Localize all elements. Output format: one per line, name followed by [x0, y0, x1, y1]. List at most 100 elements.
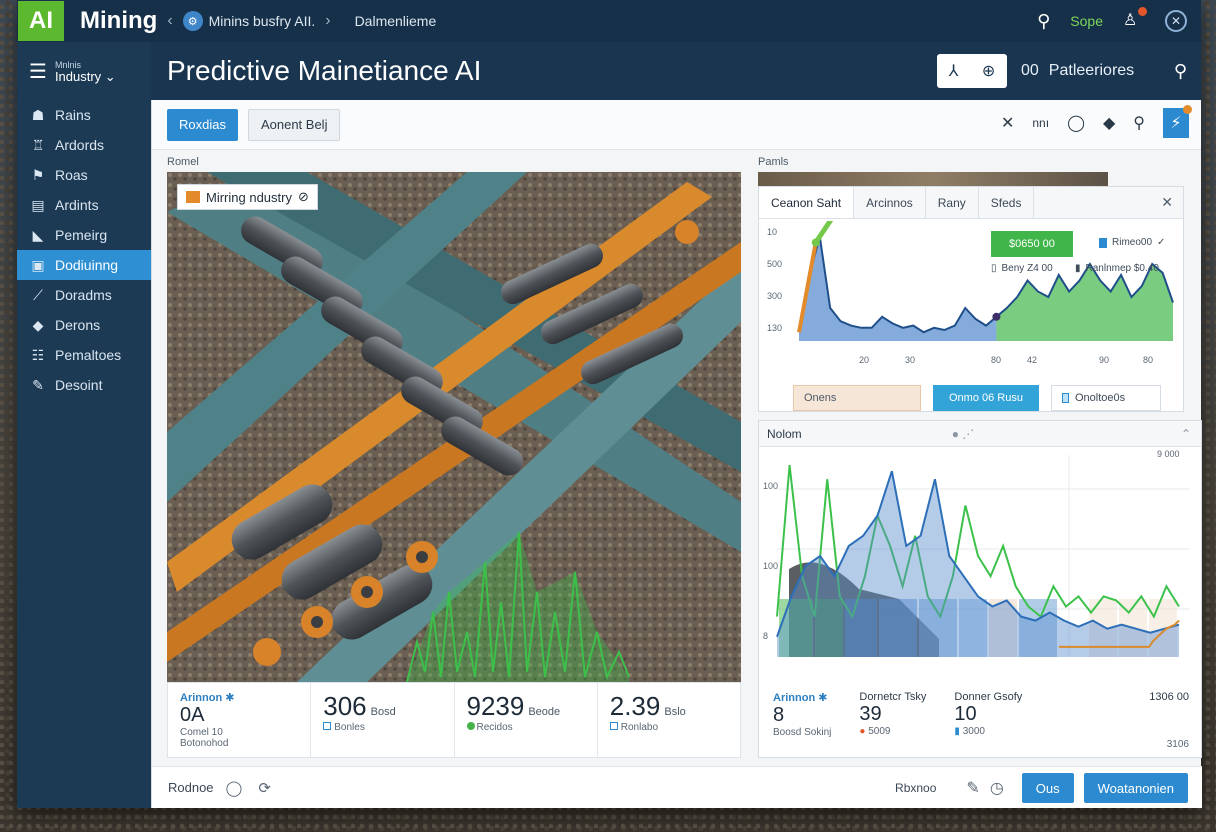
- chip-onoltoe[interactable]: Onoltoe0s: [1051, 385, 1161, 411]
- x-tick-label: 80: [991, 355, 1001, 365]
- stat-value: 306 Bosd: [323, 691, 396, 721]
- notifications-icon[interactable]: ♙: [1123, 7, 1147, 32]
- sidebar-title-label: Industry: [54, 69, 102, 84]
- toolbar-actions: ✕ nnı ◯ ◆ ⚲ ⚡: [1001, 105, 1192, 138]
- flash-button[interactable]: ⚡: [1163, 105, 1192, 138]
- x-tick-label: 80: [1143, 355, 1153, 365]
- footer-primary-button[interactable]: Woatanonien: [1083, 773, 1188, 803]
- content-toolbar: Roxdias Aonent Belj ✕ nnı ◯ ◆ ⚲ ⚡: [152, 100, 1201, 150]
- share-icon[interactable]: ⅄: [949, 61, 959, 81]
- stat-card-3: 9239 Beode Recidos: [455, 683, 598, 757]
- stats-row: Arinnon ✱ 0A Comel 10 Botonohod 306 Bosd …: [167, 682, 741, 758]
- sidebar-item-label: Doradms: [55, 287, 112, 303]
- stat-sub-2: Botonohod: [180, 738, 229, 749]
- breadcrumb-item-1[interactable]: ⚙ Minins busfry AII.: [182, 11, 316, 31]
- search-icon[interactable]: ⚲: [1133, 113, 1145, 133]
- search-icon[interactable]: ⚲: [1037, 11, 1050, 32]
- footer-label: Rodnoe: [168, 780, 214, 795]
- pin-icon[interactable]: ✎: [966, 778, 979, 798]
- breadcrumb-item-2[interactable]: Dalmenlieme: [355, 13, 437, 29]
- sidebar-item-desoint[interactable]: ✎ Desoint: [17, 370, 151, 400]
- sidebar-item-label: Pemaltoes: [55, 347, 122, 363]
- tab-rany[interactable]: Rany: [926, 187, 979, 218]
- chat-icon[interactable]: ◯: [226, 779, 243, 797]
- flag-icon: ◣: [32, 226, 44, 243]
- y-tick-label: 500: [767, 259, 782, 269]
- app-logo[interactable]: AI: [18, 1, 64, 41]
- main-content: Roxdias Aonent Belj ✕ nnı ◯ ◆ ⚲ ⚡ Romel …: [151, 100, 1202, 808]
- sidebar-item-ardords[interactable]: ♖ Ardords: [17, 130, 151, 160]
- comment-icon[interactable]: ◯: [1067, 113, 1085, 133]
- header-label[interactable]: 00 Patleeriores: [1021, 42, 1134, 100]
- footer-bar: Rodnoe ◯ ⟳ Rbxnoo ✎ ◷ Ous Woatanonien: [152, 766, 1202, 808]
- pin-icon[interactable]: ◆: [1103, 113, 1115, 133]
- link-icon[interactable]: ⟳: [258, 779, 271, 797]
- profile-icon[interactable]: ✕: [1165, 10, 1187, 32]
- trend-card: Nolom ● ⋰ ⌃ 9 000 100 100 8 Arinnon ✱ 8 Boo…: [758, 420, 1202, 758]
- sidebar-item-label: Pemeirg: [55, 227, 108, 243]
- x-tick-label: 30: [905, 355, 915, 365]
- chip-onens[interactable]: Onens: [793, 385, 921, 411]
- wrench-icon: ⟋: [33, 286, 43, 303]
- stat-label: Arinnon ✱: [180, 692, 235, 704]
- menu-icon[interactable]: ☰: [29, 59, 47, 84]
- collapse-icon[interactable]: ⌃: [1181, 427, 1191, 441]
- chart-card-frame: Ceanon Saht Arcinnos Rany Sfeds ✕ 10 500 3…: [758, 172, 1202, 412]
- app-window: AI Mining ‹ ⚙ Minins busfry AII. › Dalme…: [17, 0, 1202, 808]
- breadcrumb-chevron-icon: ›: [325, 12, 331, 29]
- primary-button[interactable]: Roxdias: [167, 108, 238, 141]
- y-tick-label: 8: [763, 631, 768, 641]
- sidebar-item-ardints[interactable]: ▤ Ardints: [17, 190, 151, 220]
- user-label[interactable]: Sope: [1070, 13, 1103, 29]
- sidebar-item-derons[interactable]: ◆ Derons: [17, 310, 151, 340]
- x-tick-label: 90: [1099, 355, 1109, 365]
- conveyor-illustration: [167, 172, 741, 682]
- legend-swatch-blue: [1099, 237, 1107, 248]
- line-chart-2: 9 000 100 100 8: [763, 449, 1189, 657]
- chart-tabs: Ceanon Saht Arcinnos Rany Sfeds: [759, 187, 1183, 219]
- stat-card-1: Arinnon ✱ 0A Comel 10 Botonohod: [168, 683, 312, 757]
- sidebar-item-label: Ardords: [55, 137, 105, 153]
- sidebar-item-dodiuinng[interactable]: ▣ Dodiuinng: [17, 250, 151, 280]
- secondary-button[interactable]: Aonent Belj: [247, 108, 341, 141]
- filter-icon[interactable]: ● ⋰: [952, 427, 975, 441]
- stat-sub: Ronlabo: [609, 722, 728, 733]
- highlight-green: [813, 221, 834, 244]
- value-badge[interactable]: $0650 00: [991, 231, 1073, 257]
- sidebar-item-label: Ardints: [55, 197, 99, 213]
- image-tag[interactable]: Mirring ndustry ⊘: [177, 184, 318, 210]
- sidebar-item-rains[interactable]: ☗ Rains: [17, 100, 151, 130]
- flash-badge: [1183, 105, 1192, 114]
- sidebar-header[interactable]: ☰ Mnlnis Industry ⌄: [17, 42, 151, 100]
- sidebar-item-pemaltoes[interactable]: ☷ Pemaltoes: [17, 340, 151, 370]
- sidebar: ☰ Mnlnis Industry ⌄ ☗ Rains ♖ Ardords ⚑ Roa…: [17, 42, 151, 808]
- page-title: Predictive Mainetiance AI: [167, 55, 482, 86]
- clock-icon[interactable]: ◷: [990, 778, 1004, 798]
- tab-arcinnos[interactable]: Arcinnos: [854, 187, 926, 218]
- trend-stat-3: Donner Gsofy 10 ▮ 3000: [954, 691, 1023, 737]
- breadcrumb-separator-icon: ‹: [167, 12, 173, 29]
- breadcrumb-label-1: Minins busfry AII.: [208, 13, 316, 29]
- header-search-icon[interactable]: ⚲: [1174, 42, 1187, 100]
- footer-mid-label: Rbxnoo: [895, 781, 937, 795]
- sidebar-item-pemeirg[interactable]: ◣ Pemeirg: [17, 220, 151, 250]
- legend-item-3: ▮ Ranlnmep $0.40: [1075, 263, 1159, 274]
- run-icon: ⚑: [31, 166, 45, 183]
- tab-ceanon-saht[interactable]: Ceanon Saht: [759, 187, 855, 218]
- sidebar-item-label: Derons: [55, 317, 101, 333]
- crosshair-icon[interactable]: ⊕: [982, 61, 995, 81]
- close-x-icon[interactable]: ✕: [1001, 113, 1014, 133]
- sidebar-item-roas[interactable]: ⚑ Roas: [17, 160, 151, 190]
- sidebar-item-doradms[interactable]: ⟋ Doradms: [17, 280, 151, 310]
- sidebar-item-label: Dodiuinng: [55, 257, 119, 273]
- trend-card-header: Nolom ● ⋰ ⌃: [759, 421, 1201, 447]
- tab-sfeds[interactable]: Sfeds: [979, 187, 1035, 218]
- toolbar-text[interactable]: nnı: [1032, 116, 1049, 130]
- sidebar-item-label: Rains: [55, 107, 91, 123]
- close-icon[interactable]: ✕: [1161, 194, 1173, 211]
- x-tick-label: 42: [1027, 355, 1037, 365]
- chart-card-thumbnail: [758, 172, 1108, 186]
- ok-button[interactable]: Ous: [1021, 773, 1074, 803]
- header-label-prefix: 00: [1021, 62, 1039, 79]
- chip-onmo[interactable]: Onmo 06 Rusu: [933, 385, 1039, 411]
